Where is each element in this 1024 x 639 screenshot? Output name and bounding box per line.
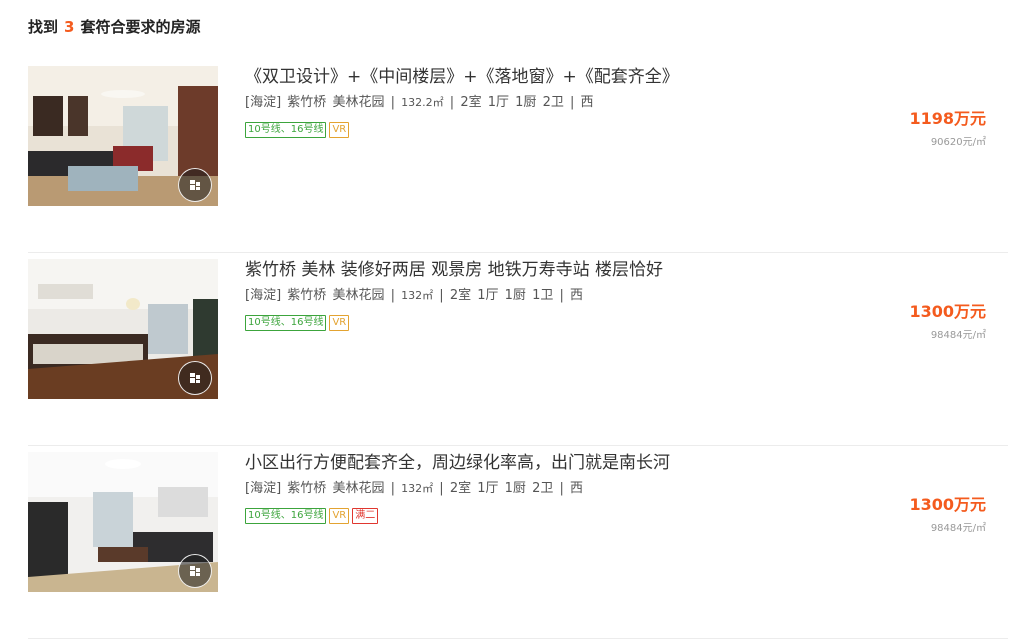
- unit-price: 98484元/㎡: [930, 523, 986, 534]
- listing-item: 《双卫设计》+《中间楼层》+《落地窗》+《配套齐全》 [海淀] 紫竹桥 美林花园…: [28, 60, 1008, 253]
- listing-area-name[interactable]: 紫竹桥: [287, 288, 326, 303]
- listing-halls: 1厅: [477, 481, 499, 496]
- listing-price: 1300万元 98484元/㎡: [909, 298, 986, 341]
- vr-tour-icon[interactable]: [178, 554, 212, 588]
- listing-size: 132.2㎡: [401, 96, 444, 109]
- listing-title[interactable]: 紫竹桥 美林 装修好两居 观景房 地铁万寿寺站 楼层恰好: [245, 259, 865, 281]
- total-price: 1198万元: [909, 109, 986, 128]
- listing-baths: 2卫: [542, 95, 564, 110]
- listing-baths: 1卫: [532, 288, 554, 303]
- listing-rooms: 2室: [449, 288, 472, 303]
- listing-info: 《双卫设计》+《中间楼层》+《落地窗》+《配套齐全》 [海淀] 紫竹桥 美林花园…: [245, 66, 865, 138]
- listing-baths: 2卫: [532, 481, 554, 496]
- listing-meta: [海淀] 紫竹桥 美林花园 | 132.2㎡ | 2室 1厅 1厨 2卫 | 西: [245, 95, 594, 110]
- listing-orientation: 西: [580, 95, 594, 110]
- listing-district: [海淀]: [245, 481, 282, 496]
- listing-item: 紫竹桥 美林 装修好两居 观景房 地铁万寿寺站 楼层恰好 [海淀] 紫竹桥 美林…: [28, 253, 1008, 446]
- listing-size: 132㎡: [401, 482, 434, 495]
- listing-info: 小区出行方便配套齐全，周边绿化率高，出门就是南长河 [海淀] 紫竹桥 美林花园 …: [245, 452, 865, 524]
- listing-info: 紫竹桥 美林 装修好两居 观景房 地铁万寿寺站 楼层恰好 [海淀] 紫竹桥 美林…: [245, 259, 865, 331]
- listing-community[interactable]: 美林花园: [332, 95, 384, 110]
- listing-area-name[interactable]: 紫竹桥: [287, 481, 326, 496]
- total-price: 1300万元: [909, 302, 986, 321]
- listing-orientation: 西: [570, 481, 584, 496]
- listing-meta: [海淀] 紫竹桥 美林花园 | 132㎡ | 2室 1厅 1厨 2卫 | 西: [245, 481, 584, 496]
- listing-price: 1300万元 98484元/㎡: [909, 491, 986, 534]
- listing-rooms: 2室: [460, 95, 482, 110]
- vr-tour-icon[interactable]: [178, 361, 212, 395]
- vr-tour-icon[interactable]: [178, 168, 212, 202]
- listing-list: 《双卫设计》+《中间楼层》+《落地窗》+《配套齐全》 [海淀] 紫竹桥 美林花园…: [28, 60, 1008, 639]
- listing-rooms: 2室: [449, 481, 472, 496]
- listing-halls: 1厅: [477, 288, 499, 303]
- vr-tag: VR: [329, 508, 350, 524]
- listing-title[interactable]: 《双卫设计》+《中间楼层》+《落地窗》+《配套齐全》: [245, 66, 865, 88]
- listing-kitchens: 1厨: [515, 95, 537, 110]
- result-count-number: 3: [64, 18, 75, 36]
- vr-tag: VR: [329, 122, 350, 138]
- listing-item: 小区出行方便配套齐全，周边绿化率高，出门就是南长河 [海淀] 紫竹桥 美林花园 …: [28, 446, 1008, 639]
- listing-tags: 10号线、16号线 VR: [245, 315, 865, 331]
- full-two-years-tag: 满二: [352, 508, 379, 524]
- listing-community[interactable]: 美林花园: [332, 288, 384, 303]
- listing-photo[interactable]: [28, 66, 218, 206]
- subway-tag: 10号线、16号线: [245, 122, 327, 138]
- listing-tags: 10号线、16号线 VR: [245, 122, 865, 138]
- subway-tag: 10号线、16号线: [245, 315, 327, 331]
- subway-tag: 10号线、16号线: [245, 508, 327, 524]
- listing-kitchens: 1厨: [504, 288, 526, 303]
- result-count-suffix: 套符合要求的房源: [80, 18, 201, 36]
- listing-photo[interactable]: [28, 452, 218, 592]
- listing-area-name[interactable]: 紫竹桥: [287, 95, 326, 110]
- listing-tags: 10号线、16号线 VR 满二: [245, 508, 865, 524]
- vr-tag: VR: [329, 315, 350, 331]
- result-count: 找到 3 套符合要求的房源: [28, 16, 200, 37]
- listing-district: [海淀]: [245, 288, 282, 303]
- listing-orientation: 西: [570, 288, 584, 303]
- listing-kitchens: 1厨: [504, 481, 526, 496]
- listing-community[interactable]: 美林花园: [332, 481, 384, 496]
- listing-halls: 1厅: [487, 95, 510, 110]
- unit-price: 90620元/㎡: [930, 137, 986, 148]
- listing-size: 132㎡: [401, 289, 434, 302]
- listing-title[interactable]: 小区出行方便配套齐全，周边绿化率高，出门就是南长河: [245, 452, 865, 474]
- listing-price: 1198万元 90620元/㎡: [909, 105, 986, 148]
- listing-photo[interactable]: [28, 259, 218, 399]
- listing-meta: [海淀] 紫竹桥 美林花园 | 132㎡ | 2室 1厅 1厨 1卫 | 西: [245, 288, 584, 303]
- unit-price: 98484元/㎡: [930, 330, 986, 341]
- result-count-prefix: 找到: [28, 18, 59, 36]
- listing-district: [海淀]: [245, 95, 282, 110]
- total-price: 1300万元: [909, 495, 986, 514]
